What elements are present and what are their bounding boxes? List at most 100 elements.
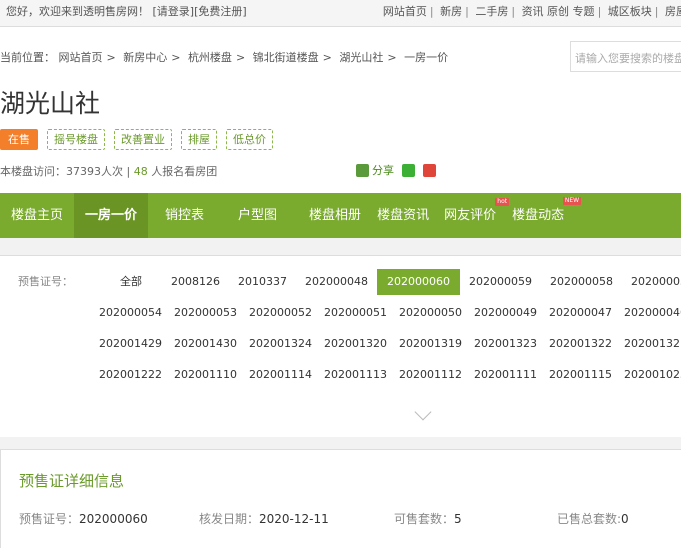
visits-count: 37393人次 <box>66 165 123 178</box>
permit-option[interactable]: 202000057 <box>622 269 681 295</box>
search-input[interactable]: 请输入您要搜索的楼盘 <box>570 41 681 72</box>
permit-option[interactable]: 202001112 <box>399 362 474 388</box>
breadcrumb-item[interactable]: 网站首页 <box>59 51 103 64</box>
top-link-more[interactable]: 房屋 <box>665 5 681 18</box>
breadcrumb-item[interactable]: 杭州楼盘 <box>188 51 232 64</box>
permit-option[interactable]: 202000052 <box>249 300 324 326</box>
top-link-news[interactable]: 资讯 原创 专题 <box>522 5 595 18</box>
permit-option[interactable]: 202001324 <box>249 331 324 357</box>
permit-option[interactable]: 202001430 <box>174 331 249 357</box>
share-bar: 分享 <box>356 162 436 178</box>
breadcrumb-item[interactable]: 湖光山社 <box>339 51 383 64</box>
tag: 摇号楼盘 <box>47 129 105 150</box>
permit-value: 202000060 <box>79 512 148 526</box>
top-link-new[interactable]: 新房 <box>440 5 462 18</box>
permit-option[interactable]: 2010337 <box>229 269 296 295</box>
date-label: 核发日期： <box>199 512 260 526</box>
permit-label: 预售证号： <box>19 512 80 526</box>
permit-option[interactable]: 202001319 <box>399 331 474 357</box>
permit-all[interactable]: 全部 <box>100 269 162 295</box>
permit-option[interactable]: 202001320 <box>324 331 399 357</box>
permit-option[interactable]: 202000059 <box>460 269 541 295</box>
permit-option[interactable]: 202000054 <box>99 300 174 326</box>
permit-option[interactable]: 202000050 <box>399 300 474 326</box>
divider: | <box>511 5 516 18</box>
tab-price-list[interactable]: 一房一价 <box>74 193 149 238</box>
tab-updates[interactable]: 楼盘动态 NEW <box>507 193 582 238</box>
permit-option[interactable]: 202000060 <box>377 269 460 295</box>
permit-option[interactable]: 202001322 <box>549 331 624 357</box>
breadcrumb-item[interactable]: 新房中心 <box>123 51 167 64</box>
breadcrumb-current: 一房一价 <box>404 51 449 64</box>
sold-value: 0 <box>621 512 629 526</box>
divider: | <box>597 5 602 18</box>
visit-stats: 本楼盘访问：37393人次 | 48 人报名看房团 <box>0 165 218 178</box>
permit-option[interactable]: 202001023 <box>624 362 681 388</box>
divider-band <box>0 437 681 450</box>
weibo-icon[interactable] <box>423 163 436 177</box>
top-links: 网站首页| 新房| 二手房| 资讯 原创 专题| 城区板块| 房屋 <box>383 3 681 19</box>
login-link[interactable]: [请登录] <box>153 5 195 18</box>
new-badge: NEW <box>562 197 582 205</box>
top-link-home[interactable]: 网站首页 <box>383 5 427 18</box>
tab-home[interactable]: 楼盘主页 <box>0 193 74 238</box>
share-label: 分享 <box>372 164 394 177</box>
permit-option[interactable]: 202001113 <box>324 362 399 388</box>
wechat-icon[interactable] <box>402 163 415 177</box>
tab-reviews[interactable]: 网友评价 hot <box>434 193 510 238</box>
visits-label: 本楼盘访问： <box>0 165 66 178</box>
permit-option[interactable]: 202000053 <box>174 300 249 326</box>
tab-album[interactable]: 楼盘相册 <box>294 193 372 238</box>
permit-option[interactable]: 202000047 <box>549 300 624 326</box>
divider: | <box>429 5 434 18</box>
permit-option[interactable]: 202000058 <box>541 269 622 295</box>
tab-reviews-label: 网友评价 <box>444 208 497 223</box>
permit-option[interactable]: 202001110 <box>174 362 249 388</box>
permit-option[interactable]: 202000046 <box>624 300 681 326</box>
divider: | <box>654 5 659 18</box>
date-value: 2020-12-11 <box>259 512 329 526</box>
permit-option[interactable]: 202000048 <box>296 269 377 295</box>
share-button[interactable]: 分享 <box>356 162 394 178</box>
detail-heading: 预售证详细信息 <box>19 472 125 490</box>
available-value: 5 <box>454 512 462 526</box>
register-link[interactable]: [免费注册] <box>194 5 247 18</box>
top-link-district[interactable]: 城区板块 <box>608 5 652 18</box>
permit-detail-card: 预售证详细信息 预售证号：202000060 核发日期：2020-12-11 可… <box>0 450 681 548</box>
permit-option[interactable]: 202001323 <box>474 331 549 357</box>
available-field: 可售套数：5 <box>394 510 462 527</box>
tab-news[interactable]: 楼盘资讯 <box>372 193 434 238</box>
tab-sales-control[interactable]: 销控表 <box>148 193 221 238</box>
tag: 改善置业 <box>114 129 172 150</box>
status-badge: 在售 <box>0 129 38 150</box>
page-title: 湖光山社 <box>0 89 101 118</box>
divider: | <box>465 5 469 18</box>
permit-option[interactable]: 202000049 <box>474 300 549 326</box>
available-label: 可售套数： <box>394 512 455 526</box>
sold-field: 已售总套数:0 <box>557 510 629 527</box>
permit-filter: 预售证号： 全部 2008126 2010337 202000048 202000060… <box>0 256 681 437</box>
signup-text: 人报名看房团 <box>147 165 218 178</box>
main-nav: 楼盘主页 一房一价 销控表 户型图 楼盘相册 楼盘资讯 网友评价 hot 楼盘动态… <box>0 193 681 238</box>
date-field: 核发日期：2020-12-11 <box>199 510 329 527</box>
expand-chevron-icon[interactable] <box>414 403 432 421</box>
permit-option[interactable]: 202001115 <box>549 362 624 388</box>
breadcrumb-item[interactable]: 锦北街道楼盘 <box>253 51 319 64</box>
permit-row: 全部 2008126 2010337 202000048 202000060 202000… <box>100 269 681 295</box>
permit-option[interactable]: 202001114 <box>249 362 324 388</box>
welcome-area: 您好，欢迎来到透明售房网！ [请登录][免费注册] <box>6 3 247 19</box>
signup-count[interactable]: 48 <box>134 165 148 178</box>
breadcrumb-label: 当前位置： <box>0 51 55 64</box>
share-icon <box>356 163 369 177</box>
permit-option[interactable]: 202000051 <box>324 300 399 326</box>
tab-floor-plans[interactable]: 户型图 <box>221 193 294 238</box>
top-link-resale[interactable]: 二手房 <box>475 5 508 18</box>
permit-field: 预售证号：202000060 <box>19 510 148 527</box>
permit-option[interactable]: 202001222 <box>99 362 174 388</box>
permit-option[interactable]: 2008126 <box>162 269 229 295</box>
tab-updates-label: 楼盘动态 <box>512 208 565 223</box>
permit-option[interactable]: 202001111 <box>474 362 549 388</box>
permit-option[interactable]: 202001429 <box>99 331 174 357</box>
permit-option[interactable]: 202001321 <box>624 331 681 357</box>
breadcrumb: 当前位置： 网站首页 > 新房中心 > 杭州楼盘 > 锦北街道楼盘 > 湖光山社 > 一房… <box>0 51 449 64</box>
